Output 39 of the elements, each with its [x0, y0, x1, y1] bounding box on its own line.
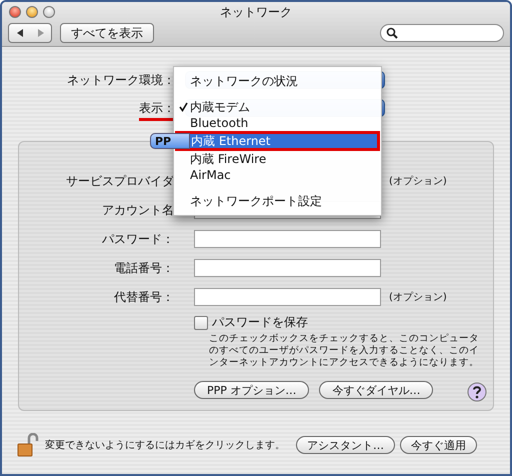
minimize-button[interactable] — [26, 6, 38, 18]
menu-item[interactable]: 内蔵 FireWire — [174, 151, 381, 167]
menu-item[interactable]: 内蔵 Ethernet — [175, 131, 380, 151]
tab[interactable]: PP — [150, 133, 190, 149]
lock-icon[interactable] — [16, 433, 40, 457]
menu-item[interactable]: Bluetooth — [174, 115, 381, 131]
checkbox-description: このチェックボックスをチェックすると、このコンピュータのすべてのユーザがパスワードを入力することなく、このインターネットアカウントにアクセスできるようになります。 — [209, 333, 479, 369]
action-button[interactable]: PPP オプション… — [194, 381, 310, 399]
field-label: 代替番号： — [113, 288, 174, 306]
action-button[interactable]: 今すぐダイヤル… — [319, 381, 434, 399]
zoom-button[interactable] — [43, 6, 55, 18]
field-label: パスワード： — [101, 230, 174, 248]
optional-note: (オプション) — [389, 174, 447, 188]
search-field[interactable] — [380, 24, 504, 42]
close-button[interactable] — [9, 6, 21, 18]
window-title: ネットワーク — [220, 4, 292, 20]
field-label: サービスプロバイダ — [65, 172, 174, 190]
checkbox-label[interactable]: パスワードを保存 — [212, 314, 308, 331]
input-field[interactable] — [194, 259, 381, 277]
field-label: 電話番号： — [113, 260, 174, 276]
help-icon[interactable] — [467, 382, 487, 402]
footer-button[interactable]: 今すぐ適用 — [400, 436, 477, 454]
footer-button[interactable]: アシスタント… — [296, 436, 395, 454]
input-field[interactable] — [194, 288, 381, 306]
show-all-button[interactable]: すべてを表示 — [60, 23, 154, 43]
optional-note: (オプション) — [389, 290, 447, 304]
field-label: アカウント名 — [101, 202, 174, 218]
menu-item[interactable]: ネットワークポート設定 — [174, 193, 381, 209]
menu-item[interactable]: AirMac — [174, 167, 381, 183]
back-forward-control[interactable] — [8, 23, 52, 43]
back-icon[interactable] — [14, 28, 24, 38]
input-field[interactable] — [194, 230, 381, 248]
checkbox[interactable] — [194, 316, 208, 330]
search-icon — [386, 27, 398, 39]
lock-hint: 変更できないようにするにはカギをクリックします。 — [45, 438, 285, 452]
menu-item[interactable]: ネットワークの状況 — [174, 73, 381, 89]
location-label: ネットワーク環境： — [66, 72, 175, 88]
menu-item[interactable]: 内蔵モデム — [174, 99, 381, 115]
forward-icon[interactable] — [36, 28, 46, 38]
